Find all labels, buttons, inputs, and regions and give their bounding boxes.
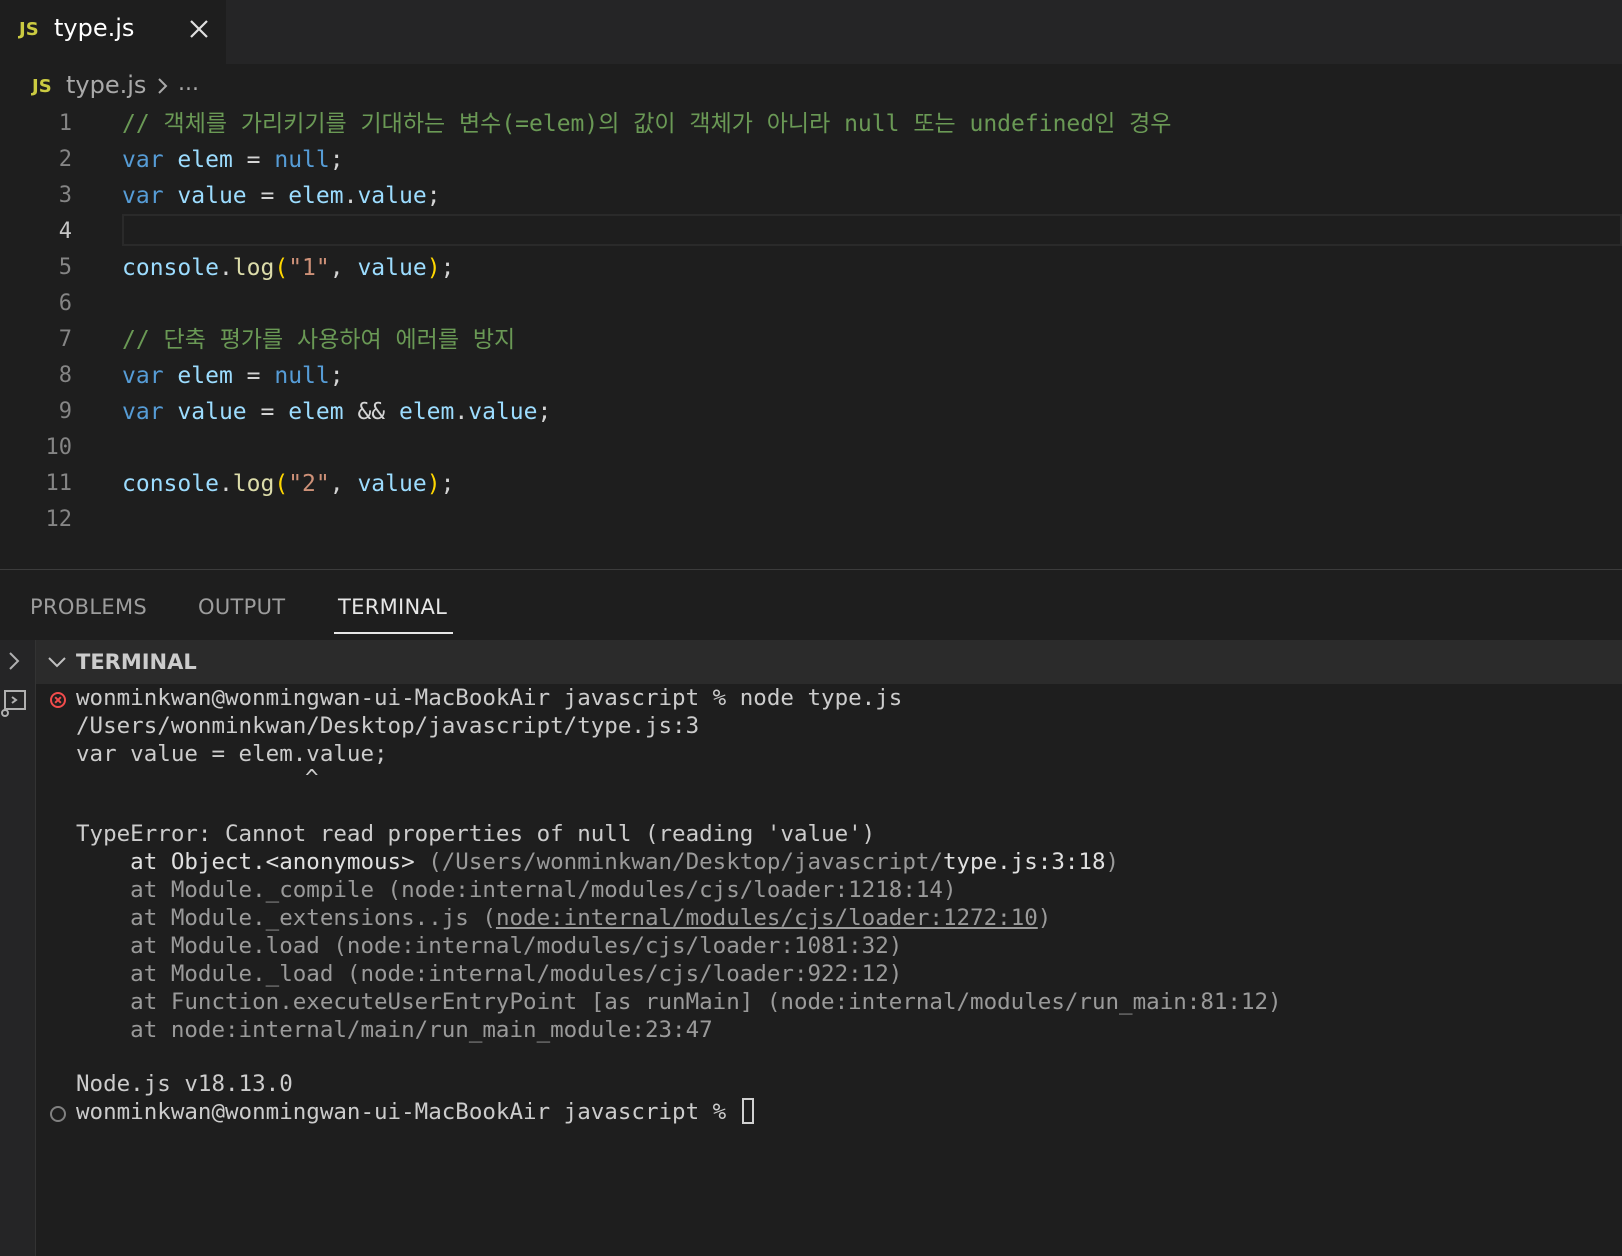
code-line[interactable]: 6 — [0, 286, 1622, 322]
close-icon[interactable] — [186, 16, 212, 42]
active-tab-indicator — [334, 632, 453, 634]
stack-trace-line: at Object.<anonymous> (/Users/wonminkwan… — [76, 849, 1120, 875]
terminal-output[interactable]: wonminkwan@wonmingwan-ui-MacBookAir java… — [36, 684, 1622, 1256]
code-text: // 객체를 가리키기를 기대하는 변수(=elem)의 값이 객체가 아니라 … — [122, 111, 1172, 137]
breadcrumb-more[interactable]: ... — [178, 71, 199, 96]
stack-trace-line: at Module.load (node:internal/modules/cj… — [76, 933, 903, 959]
stack-trace-line: at Module._extensions..js (node:internal… — [76, 905, 1052, 931]
terminal-error-path: /Users/wonminkwan/Desktop/javascript/typ… — [76, 713, 700, 739]
code-text: console.log("1", value); — [122, 255, 455, 281]
line-number: 10 — [45, 435, 73, 460]
chevron-right-icon — [156, 76, 170, 100]
terminal-cursor — [741, 1098, 754, 1124]
line-number: 1 — [58, 111, 72, 136]
line-number: 8 — [58, 363, 72, 388]
code-line[interactable]: 2 var elem = null; — [0, 142, 1622, 178]
code-line[interactable]: 3 var value = elem.value; — [0, 178, 1622, 214]
line-number: 5 — [58, 255, 72, 280]
stack-trace-link[interactable]: node:internal/modules/cjs/loader:1272:10 — [496, 905, 1038, 931]
code-line[interactable]: 5 console.log("1", value); — [0, 250, 1622, 286]
line-number: 12 — [45, 507, 73, 532]
javascript-file-icon: JS — [19, 19, 39, 40]
terminal-section-title: TERMINAL — [76, 650, 197, 674]
line-number: 9 — [58, 399, 72, 424]
node-version: Node.js v18.13.0 — [76, 1071, 293, 1097]
chevron-right-icon[interactable] — [5, 650, 23, 676]
code-line[interactable]: 10 — [0, 430, 1622, 466]
code-text: console.log("2", value); — [122, 471, 455, 497]
code-editor[interactable]: 1 // 객체를 가리키기를 기대하는 변수(=elem)의 값이 객체가 아니라… — [0, 106, 1622, 566]
panel-tab-bar: PROBLEMS OUTPUT TERMINAL — [0, 570, 1622, 640]
tab-problems[interactable]: PROBLEMS — [30, 595, 147, 619]
terminal-section-header[interactable]: TERMINAL — [36, 640, 1622, 684]
stack-trace-line: at Module._compile (node:internal/module… — [76, 877, 957, 903]
line-number: 11 — [45, 471, 73, 496]
current-line-highlight — [122, 214, 1622, 246]
code-line[interactable]: 7 // 단축 평가를 사용하여 에러를 방지 — [0, 322, 1622, 358]
breadcrumb: JS type.js ... — [0, 68, 1622, 104]
line-number: 7 — [58, 327, 72, 352]
stack-trace-line: at Module._load (node:internal/modules/c… — [76, 961, 903, 987]
breadcrumb-file[interactable]: type.js — [66, 71, 146, 99]
code-line[interactable]: 8 var elem = null; — [0, 358, 1622, 394]
editor-tab-bar: JS type.js — [0, 0, 1622, 64]
error-status-icon[interactable] — [50, 692, 66, 708]
terminal-command-line: wonminkwan@wonmingwan-ui-MacBookAir java… — [76, 685, 903, 711]
code-text: var elem = null; — [122, 363, 344, 389]
code-text: var elem = null; — [122, 147, 344, 173]
code-line[interactable]: 1 // 객체를 가리키기를 기대하는 변수(=elem)의 값이 객체가 아니라… — [0, 106, 1622, 142]
javascript-file-icon: JS — [32, 76, 52, 97]
tab-label: type.js — [54, 14, 135, 42]
code-text: // 단축 평가를 사용하여 에러를 방지 — [122, 327, 516, 353]
tab-output[interactable]: OUTPUT — [198, 595, 285, 619]
code-text: var value = elem.value; — [122, 183, 441, 209]
line-number: 4 — [58, 219, 72, 244]
stack-trace-line: at node:internal/main/run_main_module:23… — [76, 1017, 713, 1043]
terminal-prompt[interactable]: wonminkwan@wonmingwan-ui-MacBookAir java… — [76, 1098, 754, 1126]
terminal-split-icon[interactable] — [0, 688, 28, 722]
code-text: var value = elem && elem.value; — [122, 399, 552, 425]
terminal-caret: ^ — [305, 765, 319, 791]
terminal-source-line: var value = elem.value; — [76, 741, 388, 767]
terminal-error-message: TypeError: Cannot read properties of nul… — [76, 821, 876, 847]
stack-trace-line: at Function.executeUserEntryPoint [as ru… — [76, 989, 1282, 1015]
chevron-down-icon[interactable] — [46, 654, 68, 674]
code-line[interactable]: 4 — [0, 214, 1622, 250]
line-number: 6 — [58, 291, 72, 316]
code-line[interactable]: 9 var value = elem && elem.value; — [0, 394, 1622, 430]
tab-terminal[interactable]: TERMINAL — [338, 595, 447, 619]
line-number: 2 — [58, 147, 72, 172]
line-number: 3 — [58, 183, 72, 208]
idle-status-icon[interactable] — [50, 1106, 66, 1122]
code-line[interactable]: 11 console.log("2", value); — [0, 466, 1622, 502]
terminal-side-strip — [0, 640, 36, 1256]
tab-type-js[interactable]: JS type.js — [0, 0, 226, 64]
code-line[interactable]: 12 — [0, 502, 1622, 538]
